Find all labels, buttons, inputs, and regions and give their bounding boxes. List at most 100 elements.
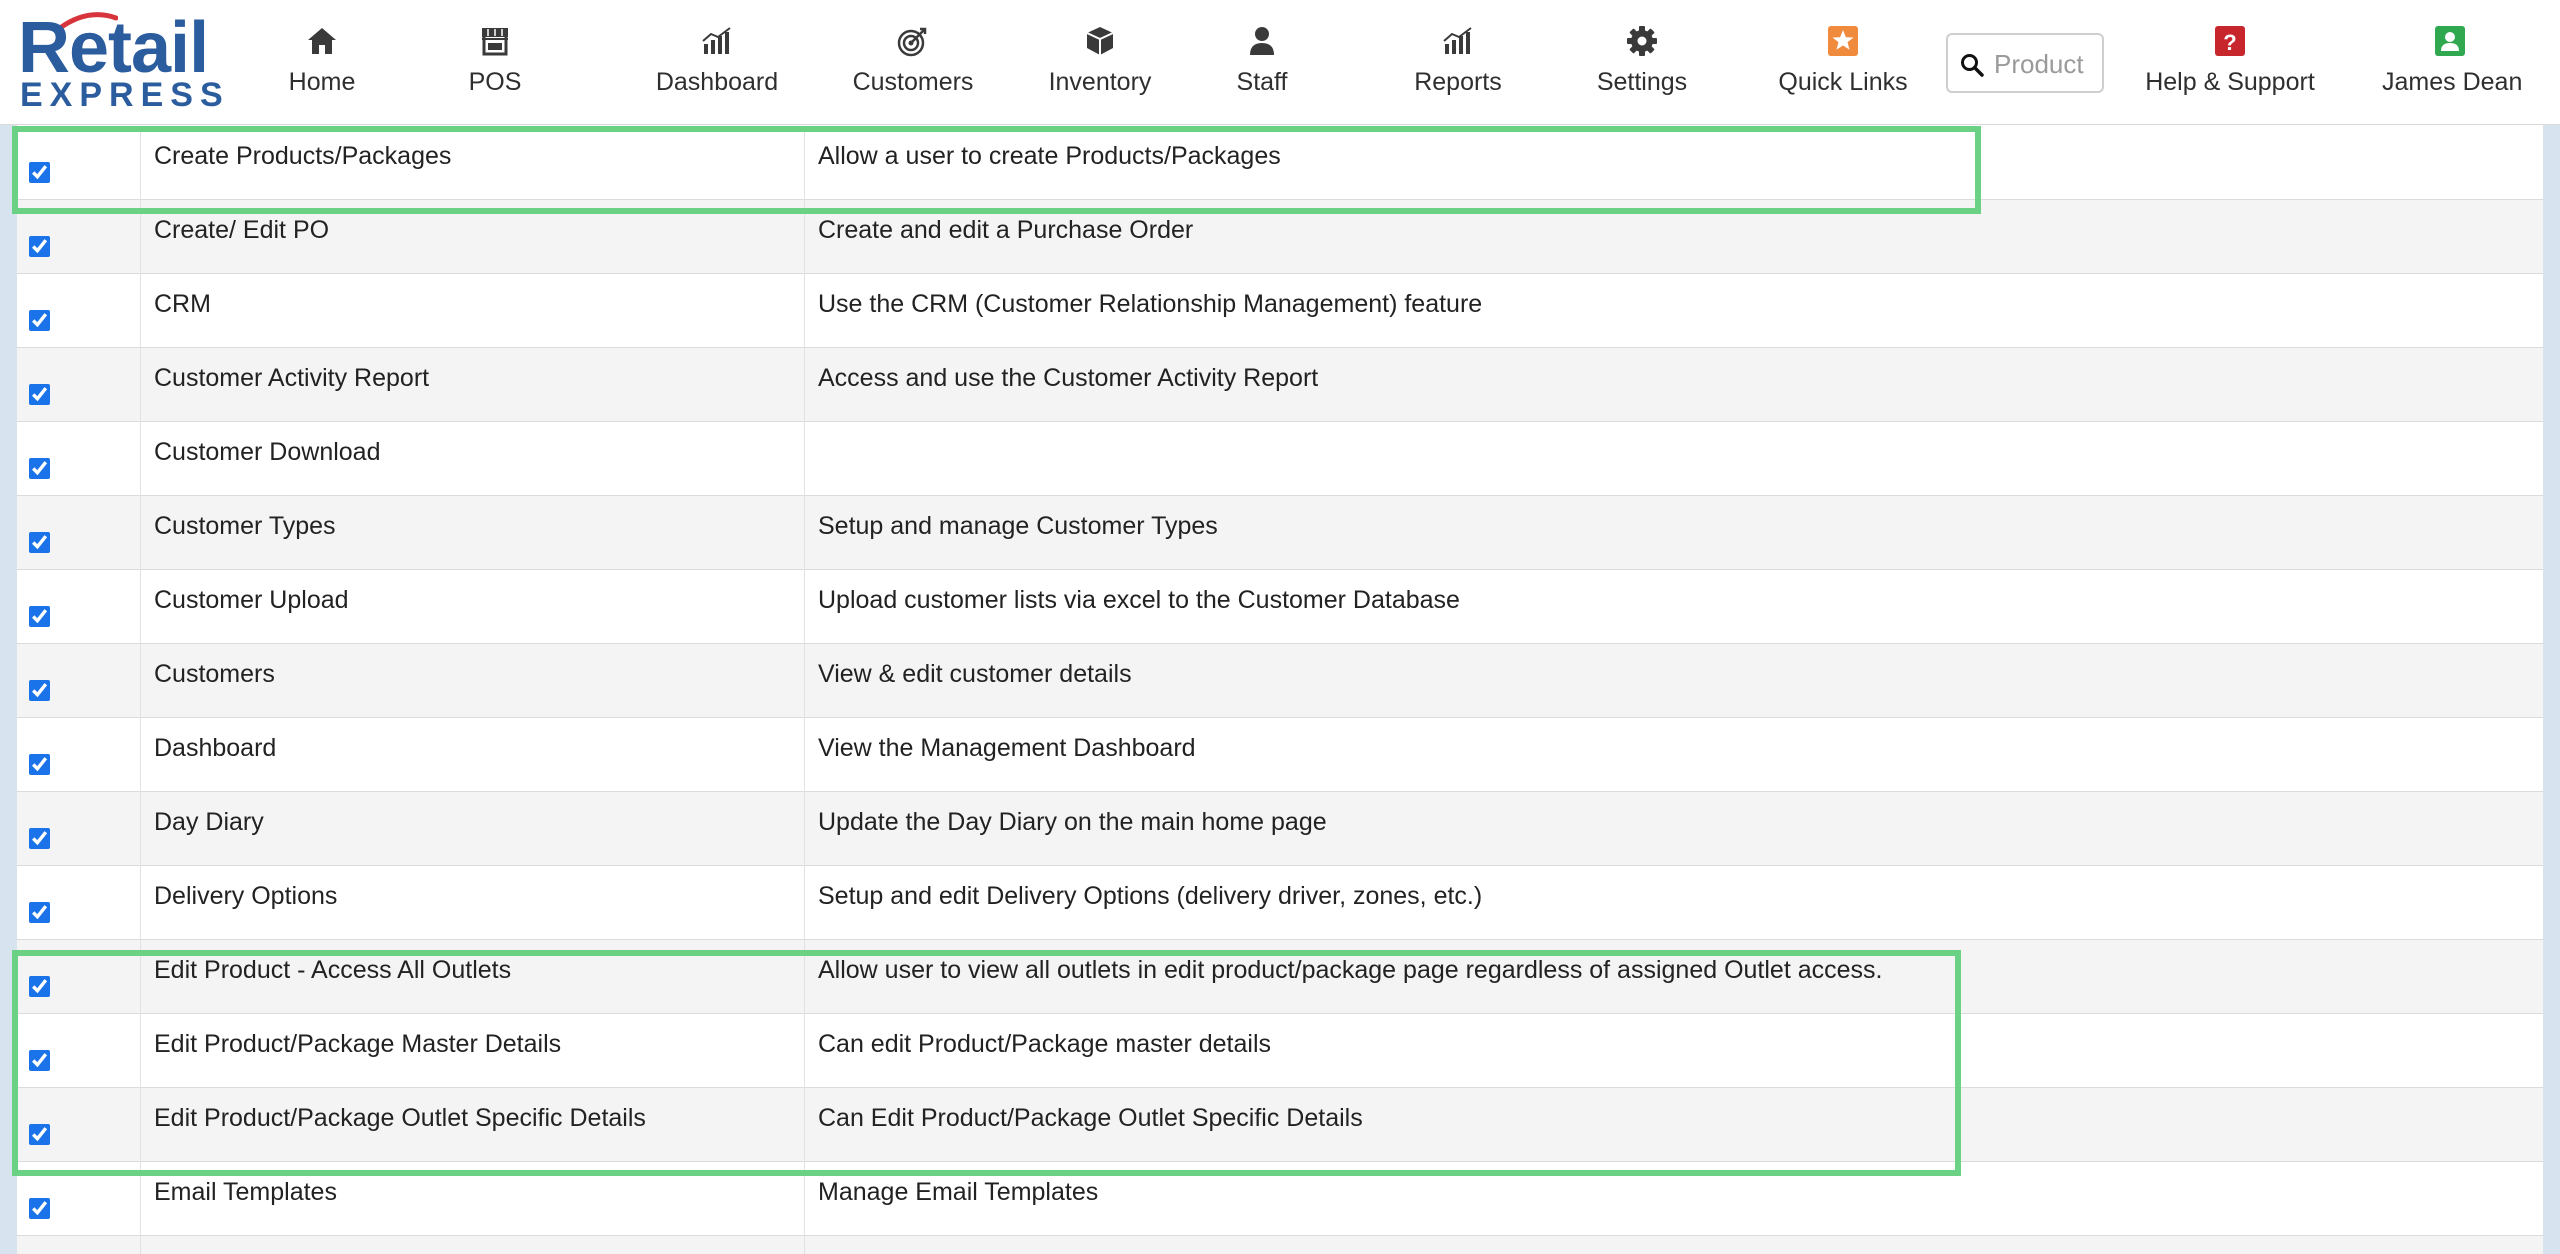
permission-checkbox[interactable] — [29, 384, 50, 405]
permission-description: View & edit customer details — [818, 660, 1132, 688]
permission-checkbox[interactable] — [29, 606, 50, 627]
permission-checkbox-cell — [17, 644, 141, 718]
permission-checkbox-cell — [17, 718, 141, 792]
permission-checkbox-cell — [17, 274, 141, 348]
nav-home-label: Home — [288, 68, 356, 96]
home-icon — [308, 28, 336, 54]
nav-user-account[interactable]: James Dean — [2382, 18, 2522, 108]
permission-description: Can edit Product/Package master details — [818, 1030, 1272, 1058]
permission-name: Email Templates — [141, 1162, 805, 1236]
permission-checkbox-cell — [17, 1236, 141, 1254]
permission-checkbox-cell — [17, 200, 141, 274]
permission-row: Customer Types Setup and manage Customer … — [17, 496, 2543, 570]
permission-name: Day Diary — [141, 792, 805, 866]
permission-row: Edit Product/Package Master Details Can e… — [17, 1014, 2543, 1088]
permission-description: Access and use the Customer Activity Rep… — [818, 364, 1319, 392]
permission-name: Customer Types — [141, 496, 805, 570]
permission-checkbox[interactable] — [29, 902, 50, 923]
permission-description: Upload customer lists via excel to the C… — [818, 586, 1460, 614]
permission-checkbox-cell — [17, 940, 141, 1014]
permission-checkbox-cell — [17, 126, 141, 200]
permission-description: Create and edit a Purchase Order — [818, 216, 1194, 244]
nav-dashboard-label: Dashboard — [655, 68, 779, 96]
product-search-input[interactable] — [1992, 43, 2104, 85]
permission-name: Customer Upload — [141, 570, 805, 644]
nav-home[interactable]: Home — [272, 18, 372, 108]
permission-description: Can Edit Product/Package Outlet Specific… — [818, 1104, 1363, 1132]
permission-row: Create/ Edit PO Create and edit a Purchas… — [17, 200, 2543, 274]
nav-customers[interactable]: Customers — [848, 18, 978, 108]
permission-checkbox[interactable] — [29, 1198, 50, 1219]
permission-description: Update the Day Diary on the main home pa… — [818, 808, 1327, 836]
permission-description: View the Management Dashboard — [818, 734, 1196, 762]
permission-name: CRM — [141, 274, 805, 348]
permission-row — [17, 1236, 2543, 1254]
permission-name: Create Products/Packages — [141, 126, 805, 200]
permission-row: Customers View & edit customer details — [17, 644, 2543, 718]
nav-inventory-label: Inventory — [1048, 68, 1152, 96]
permission-row: Email Templates Manage Email Templates — [17, 1162, 2543, 1236]
question-icon: ? — [2215, 26, 2245, 56]
nav-reports[interactable]: Reports — [1410, 18, 1506, 108]
permission-checkbox-cell — [17, 422, 141, 496]
store-icon — [482, 28, 508, 56]
nav-help-support[interactable]: ? Help & Support — [2142, 18, 2318, 108]
nav-staff[interactable]: Staff — [1228, 18, 1296, 108]
permission-checkbox[interactable] — [29, 1124, 50, 1145]
nav-pos[interactable]: POS — [454, 18, 536, 108]
permission-name: Edit Product - Access All Outlets — [141, 940, 805, 1014]
permission-name: Edit Product/Package Outlet Specific Det… — [141, 1088, 805, 1162]
permission-description — [805, 422, 818, 496]
permission-description: Allow a user to create Products/Packages — [818, 142, 1281, 170]
permission-checkbox[interactable] — [29, 458, 50, 479]
star-icon — [1828, 26, 1858, 56]
nav-dashboard[interactable]: Dashboard — [650, 18, 784, 108]
permission-name: Customer Download — [141, 422, 805, 496]
permission-checkbox[interactable] — [29, 532, 50, 553]
permission-row: Delivery Options Setup and edit Delivery … — [17, 866, 2543, 940]
retail-express-logo[interactable]: Retail EXPRESS — [18, 12, 223, 112]
permission-description: Allow user to view all outlets in edit p… — [818, 956, 1883, 984]
permission-checkbox[interactable] — [29, 162, 50, 183]
nav-reports-label: Reports — [1414, 68, 1502, 96]
logo-text-retail: Retail — [18, 8, 209, 88]
permission-row: CRM Use the CRM (Customer Relationship Ma… — [17, 274, 2543, 348]
nav-settings[interactable]: Settings — [1594, 18, 1690, 108]
permission-checkbox-cell — [17, 570, 141, 644]
product-search[interactable] — [1946, 33, 2104, 93]
permission-name: Create/ Edit PO — [141, 200, 805, 274]
top-navigation-bar: Retail EXPRESS Home POS Dashboard Custom… — [0, 0, 2560, 125]
permission-checkbox[interactable] — [29, 976, 50, 997]
permission-name — [141, 1236, 805, 1254]
permission-row: Customer Download — [17, 422, 2543, 496]
permission-checkbox[interactable] — [29, 680, 50, 701]
permission-description: Use the CRM (Customer Relationship Manag… — [818, 290, 1483, 318]
permission-checkbox[interactable] — [29, 310, 50, 331]
logo-text-express: EXPRESS — [20, 76, 230, 114]
box-icon — [1086, 27, 1114, 55]
user-icon — [2435, 26, 2465, 56]
permission-checkbox[interactable] — [29, 236, 50, 257]
permission-checkbox[interactable] — [29, 828, 50, 849]
permission-row: Dashboard View the Management Dashboard — [17, 718, 2543, 792]
nav-inventory[interactable]: Inventory — [1044, 18, 1156, 108]
permission-description: Setup and manage Customer Types — [818, 512, 1218, 540]
permission-checkbox[interactable] — [29, 1050, 50, 1071]
target-icon — [897, 27, 927, 57]
bar-chart-icon — [1443, 27, 1472, 54]
permission-row: Edit Product - Access All Outlets Allow u… — [17, 940, 2543, 1014]
nav-help-support-label: Help & Support — [2145, 68, 2315, 96]
nav-quick-links-label: Quick Links — [1778, 68, 1908, 96]
person-icon — [1250, 27, 1274, 55]
svg-text:?: ? — [2223, 30, 2236, 55]
permission-name: Edit Product/Package Master Details — [141, 1014, 805, 1088]
gear-icon — [1627, 26, 1657, 56]
permission-name: Customers — [141, 644, 805, 718]
bar-chart-icon — [702, 27, 731, 54]
permission-checkbox[interactable] — [29, 754, 50, 775]
permission-row: Customer Activity Report Access and use t… — [17, 348, 2543, 422]
permission-checkbox-cell — [17, 1014, 141, 1088]
permission-row: Edit Product/Package Outlet Specific Det… — [17, 1088, 2543, 1162]
permission-description: Manage Email Templates — [818, 1178, 1099, 1206]
nav-quick-links[interactable]: Quick Links — [1778, 18, 1908, 108]
